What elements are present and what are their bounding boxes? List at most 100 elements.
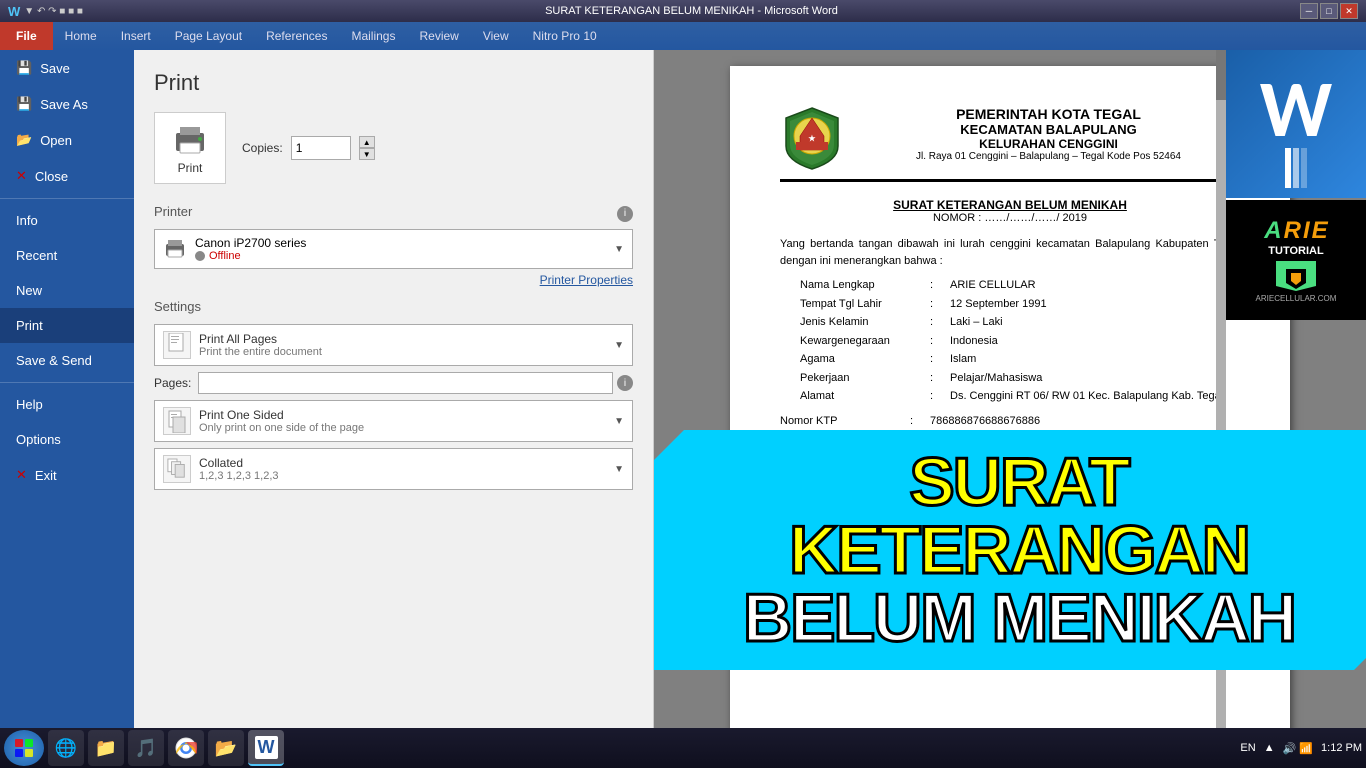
title-bar: W ▼ ↶ ↷ ■ ■ ■ SURAT KETERANGAN BELUM MEN…: [0, 0, 1366, 22]
maximize-btn[interactable]: □: [1320, 3, 1338, 19]
pages-info-btn[interactable]: i: [617, 375, 633, 391]
exit-label: Exit: [35, 468, 57, 483]
arie-letter-a: A: [1264, 217, 1281, 245]
save-label: Save: [40, 61, 70, 76]
taskbar-ie[interactable]: 🌐: [48, 730, 84, 766]
lang-indicator: EN: [1240, 742, 1255, 754]
taskbar-files[interactable]: 📁: [88, 730, 124, 766]
taskbar-word[interactable]: W: [248, 730, 284, 766]
copies-input[interactable]: [291, 136, 351, 160]
backstage-sidebar: 💾 Save 💾 Save As 📂 Open ✕ Close Info Rec…: [0, 50, 134, 728]
overlay-text-line1: SURAT KETERANGAN: [674, 448, 1364, 584]
backstage-close[interactable]: ✕ Close: [0, 158, 134, 194]
ribbon-tab-references[interactable]: References: [254, 22, 339, 50]
options-label: Options: [16, 432, 61, 447]
open-label: Open: [40, 133, 72, 148]
printer-dropdown[interactable]: Canon iP2700 series Offline ▼: [154, 229, 633, 269]
ribbon-tab-home[interactable]: Home: [53, 22, 109, 50]
copies-label: Copies:: [242, 141, 283, 155]
taskbar-media[interactable]: 🎵: [128, 730, 164, 766]
pages-row: Pages: i: [154, 372, 633, 394]
city-logo: ★: [780, 106, 845, 171]
close-icon: ✕: [16, 168, 27, 184]
main-layout: 💾 Save 💾 Save As 📂 Open ✕ Close Info Rec…: [0, 50, 1366, 728]
tutorial-arrow-icon: [1256, 261, 1337, 294]
print-one-sided-dropdown[interactable]: Print One Sided Only print on one side o…: [154, 400, 633, 442]
copies-down-btn[interactable]: ▼: [359, 148, 375, 160]
ribbon-tab-page-layout[interactable]: Page Layout: [163, 22, 254, 50]
pages-input[interactable]: [198, 372, 613, 394]
recent-label: Recent: [16, 248, 57, 263]
word-logo-content: W: [1260, 61, 1333, 188]
minimize-btn[interactable]: ─: [1300, 3, 1318, 19]
ribbon-tab-mailings[interactable]: Mailings: [339, 22, 407, 50]
field-alamat: Alamat : Ds. Cenggini RT 06/ RW 01 Kec. …: [800, 388, 1240, 405]
collated-icon-svg: [167, 457, 187, 481]
collated-dropdown[interactable]: Collated 1,2,3 1,2,3 1,2,3 ▼: [154, 448, 633, 490]
document-preview: ★ PEMERINTAH KOTA TEGAL KECAMATAN BALAPU…: [654, 50, 1366, 728]
printer-small-icon: [163, 237, 187, 261]
open-icon: 📂: [16, 132, 32, 148]
field-pekerjaan: Pekerjaan : Pelajar/Mahasiswa: [800, 370, 1240, 387]
arie-letter-r: R: [1284, 217, 1301, 245]
arie-letter-i: I: [1303, 217, 1310, 245]
backstage-exit[interactable]: ✕ Exit: [0, 457, 134, 493]
arie-letter-e: E: [1312, 217, 1328, 245]
print-all-pages-icon: [163, 331, 191, 359]
ribbon-tab-view[interactable]: View: [471, 22, 521, 50]
ribbon-tab-insert[interactable]: Insert: [109, 22, 163, 50]
backstage-options[interactable]: Options: [0, 422, 134, 457]
print-one-sided-arrow: ▼: [614, 416, 624, 427]
close-label: Close: [35, 169, 68, 184]
print-one-sided-icon: [163, 407, 191, 435]
doc-header-text: PEMERINTAH KOTA TEGAL KECAMATAN BALAPULA…: [857, 106, 1240, 162]
divider2: [0, 382, 134, 383]
ribbon-file-tab[interactable]: File: [0, 22, 53, 50]
backstage-open[interactable]: 📂 Open: [0, 122, 134, 158]
overlay-text-line2: BELUM MENIKAH: [743, 584, 1295, 652]
arie-website: ARIECELLULAR.COM: [1256, 294, 1337, 303]
taskbar-chrome[interactable]: [168, 730, 204, 766]
backstage-save[interactable]: 💾 Save: [0, 50, 134, 86]
backstage-help[interactable]: Help: [0, 387, 134, 422]
doc-title: SURAT KETERANGAN BELUM MENIKAH: [780, 198, 1240, 212]
doc-number: NOMOR : ……/……/……/ 2019: [780, 212, 1240, 224]
print-button[interactable]: Print: [154, 112, 226, 184]
print-btn-label: Print: [178, 161, 203, 175]
printer-properties-link[interactable]: Printer Properties: [154, 273, 633, 287]
field-warga: Kewargenegaraan : Indonesia: [800, 333, 1240, 350]
field-ktp: Nomor KTP : 786886876688676886: [780, 413, 1240, 430]
backstage-print[interactable]: Print: [0, 308, 134, 343]
ribbon-tab-nitro[interactable]: Nitro Pro 10: [521, 22, 609, 50]
person-data-table: Nama Lengkap : ARIE CELLULAR Tempat Tgl …: [800, 277, 1240, 405]
print-all-pages-dropdown[interactable]: Print All Pages Print the entire documen…: [154, 324, 633, 366]
printer-section-label: Printer: [154, 204, 617, 223]
svg-text:★: ★: [808, 134, 816, 143]
window-title: SURAT KETERANGAN BELUM MENIKAH - Microso…: [83, 5, 1300, 17]
arie-tutorial-panel: A R I E TUTORIAL ARIECELLULAR.COM: [1226, 200, 1366, 320]
ribbon-tab-review[interactable]: Review: [407, 22, 470, 50]
backstage-recent[interactable]: Recent: [0, 238, 134, 273]
print-button-area: Print Copies: ▲ ▼: [154, 112, 633, 184]
scrollbar-thumb[interactable]: [1216, 50, 1226, 100]
save-as-label: Save As: [40, 97, 88, 112]
print-all-pages-text: Print All Pages Print the entire documen…: [199, 332, 606, 358]
backstage-save-send[interactable]: Save & Send: [0, 343, 134, 378]
taskbar-folders2[interactable]: 📂: [208, 730, 244, 766]
printer-info-btn[interactable]: i: [617, 206, 633, 222]
org2: KECAMATAN BALAPULANG: [857, 122, 1240, 137]
backstage-info[interactable]: Info: [0, 203, 134, 238]
copies-up-btn[interactable]: ▲: [359, 136, 375, 148]
chrome-icon: [175, 737, 197, 759]
backstage-new[interactable]: New: [0, 273, 134, 308]
one-sided-icon: [167, 409, 187, 433]
print-panel-title: Print: [154, 70, 633, 96]
backstage-save-as[interactable]: 💾 Save As: [0, 86, 134, 122]
save-as-icon: 💾: [16, 96, 32, 112]
close-btn[interactable]: ✕: [1340, 3, 1358, 19]
print-one-sided-text: Print One Sided Only print on one side o…: [199, 408, 606, 434]
start-button[interactable]: [4, 730, 44, 766]
arie-tutorial-content: A R I E TUTORIAL ARIECELLULAR.COM: [1256, 217, 1337, 303]
printer-status: Offline: [195, 250, 606, 262]
exit-icon: ✕: [16, 467, 27, 483]
